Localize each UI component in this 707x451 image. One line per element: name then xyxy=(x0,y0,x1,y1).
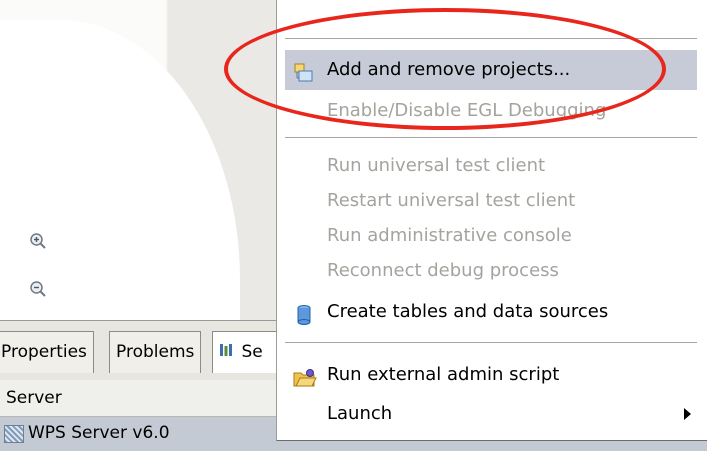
tab-label: Problems xyxy=(116,342,195,362)
menu-item-label: Launch xyxy=(327,403,393,424)
menu-item-label: Reconnect debug process xyxy=(327,260,559,281)
menu-item-add-remove-projects[interactable]: Add and remove projects... xyxy=(285,50,697,90)
servers-icon xyxy=(219,344,237,361)
tab-servers[interactable]: Se xyxy=(212,331,282,373)
zoom-in-icon[interactable] xyxy=(28,232,48,252)
server-name: WPS Server v6.0 xyxy=(28,423,170,443)
menu-item-launch[interactable]: Launch xyxy=(285,394,697,434)
menu-item-label: Run administrative console xyxy=(327,225,572,246)
tab-properties[interactable]: Properties xyxy=(0,331,94,373)
zoom-out-icon[interactable] xyxy=(28,280,48,300)
tab-problems[interactable]: Problems xyxy=(109,331,202,373)
menu-item-create-tables-data-sources[interactable]: Create tables and data sources xyxy=(285,292,697,332)
tab-label: Se xyxy=(241,342,263,362)
menu-item-restart-universal-test-client[interactable]: Restart universal test client xyxy=(285,181,697,221)
column-header-label: Server xyxy=(6,388,62,408)
menu-item-run-administrative-console[interactable]: Run administrative console xyxy=(285,216,697,256)
editor-canvas xyxy=(0,0,276,320)
menu-item-run-external-admin-script[interactable]: Run external admin script xyxy=(285,355,697,395)
menu-separator xyxy=(285,38,697,39)
menu-item-enable-disable-egl-debugging[interactable]: Enable/Disable EGL Debugging xyxy=(285,91,697,131)
database-icon xyxy=(293,301,315,325)
menu-item-reconnect-debug-process[interactable]: Reconnect debug process xyxy=(285,251,697,291)
tab-label: Properties xyxy=(1,342,87,362)
menu-item-label: Enable/Disable EGL Debugging xyxy=(327,100,607,121)
menu-separator xyxy=(285,342,697,343)
menu-separator xyxy=(285,137,697,138)
view-tab-bar: Properties Problems Se xyxy=(0,320,282,380)
server-icon xyxy=(4,425,24,443)
menu-item-label: Restart universal test client xyxy=(327,190,576,211)
context-menu: Add and remove projects... Enable/Disabl… xyxy=(276,0,707,441)
projects-icon xyxy=(293,59,315,82)
menu-item-run-universal-test-client[interactable]: Run universal test client xyxy=(285,146,697,186)
folder-script-icon xyxy=(293,364,317,387)
menu-item-label: Run external admin script xyxy=(327,364,560,385)
menu-item-label: Run universal test client xyxy=(327,155,546,176)
submenu-arrow-icon xyxy=(684,408,691,420)
menu-item-label: Create tables and data sources xyxy=(327,301,609,322)
menu-item-label: Add and remove projects... xyxy=(327,59,571,80)
column-header-server[interactable]: Server xyxy=(0,380,276,417)
